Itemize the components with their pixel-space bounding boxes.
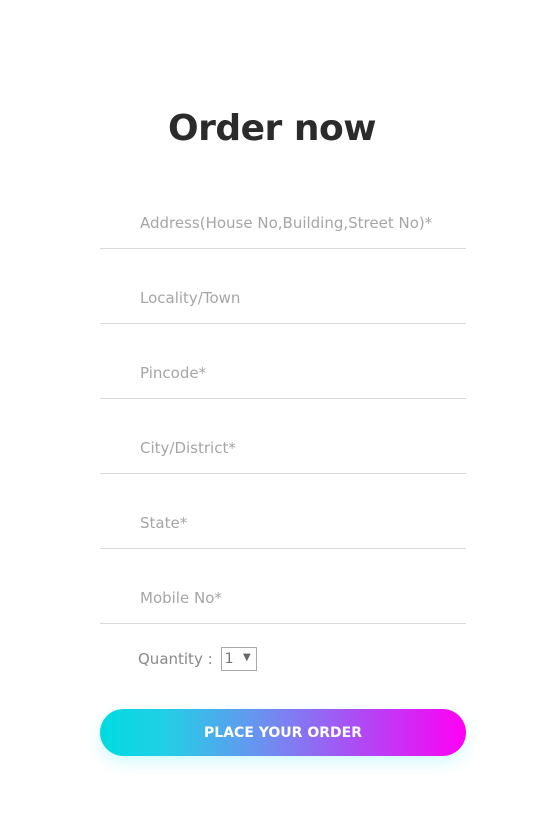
quantity-row: Quantity : 1 ▼	[138, 646, 257, 672]
locality-field-wrapper	[100, 273, 466, 324]
quantity-select[interactable]: 1 ▼	[220, 647, 257, 671]
state-field-wrapper	[100, 498, 466, 549]
address-field-wrapper	[100, 198, 466, 249]
place-order-button[interactable]: PLACE YOUR ORDER	[100, 709, 466, 756]
city-field-wrapper	[100, 423, 466, 474]
page-title: Order now	[168, 108, 376, 149]
quantity-selected-value: 1	[224, 651, 234, 667]
pincode-input[interactable]	[100, 348, 466, 398]
quantity-label: Quantity :	[138, 650, 213, 668]
order-form: Order now Quantity : 1 ▼ PLACE YOUR ORDE…	[0, 0, 544, 818]
address-input[interactable]	[100, 198, 466, 248]
city-input[interactable]	[100, 423, 466, 473]
chevron-down-icon: ▼	[242, 652, 251, 663]
locality-input[interactable]	[100, 273, 466, 323]
mobile-field-wrapper	[100, 573, 466, 624]
pincode-field-wrapper	[100, 348, 466, 399]
state-input[interactable]	[100, 498, 466, 548]
mobile-input[interactable]	[100, 573, 466, 623]
